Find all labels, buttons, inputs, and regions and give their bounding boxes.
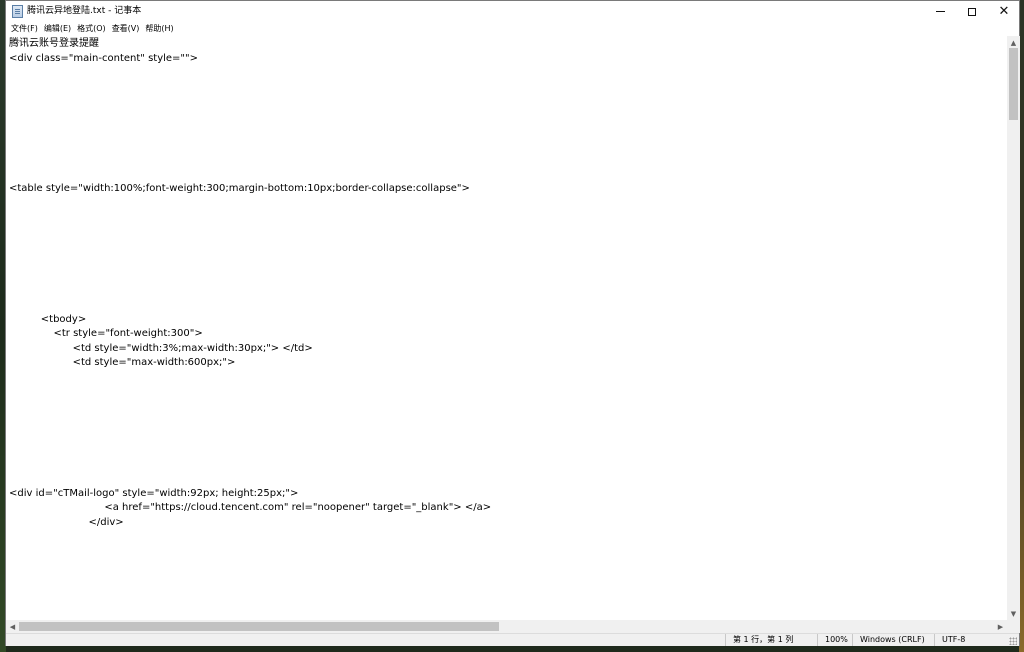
status-bar: 第 1 行，第 1 列 100% Windows (CRLF) UTF-8 xyxy=(6,633,1019,646)
menu-bar: 文件(F) 编辑(E) 格式(O) 查看(V) 帮助(H) xyxy=(6,22,1019,36)
status-zoom: 100% xyxy=(817,634,852,646)
notepad-window: 腾讯云异地登陆.txt - 记事本 ✕ 文件(F) 编辑(E) 格式(O) 查看… xyxy=(5,0,1020,646)
horizontal-scrollbar[interactable]: ◀ ▶ xyxy=(6,620,1007,633)
menu-edit[interactable]: 编辑(E) xyxy=(43,23,76,35)
menu-view[interactable]: 查看(V) xyxy=(111,23,145,35)
menu-format[interactable]: 格式(O) xyxy=(76,23,111,35)
status-encoding: UTF-8 xyxy=(934,634,1004,646)
close-icon: ✕ xyxy=(998,4,1010,19)
notepad-icon[interactable] xyxy=(12,5,23,18)
scrollbar-corner xyxy=(1007,620,1020,633)
resize-grip-icon[interactable] xyxy=(1009,637,1017,645)
document-text[interactable]: 腾讯云账号登录提醒 <div class="main-content" styl… xyxy=(9,37,491,530)
menu-help[interactable]: 帮助(H) xyxy=(144,23,178,35)
window-title: 腾讯云异地登陆.txt - 记事本 xyxy=(27,6,142,16)
maximize-button[interactable] xyxy=(955,1,989,22)
vertical-scrollbar[interactable]: ▲ ▼ xyxy=(1007,36,1020,620)
status-line-ending: Windows (CRLF) xyxy=(852,634,934,646)
scroll-left-icon[interactable]: ◀ xyxy=(6,620,19,633)
maximize-icon xyxy=(968,7,976,16)
text-editor[interactable]: 腾讯云账号登录提醒 <div class="main-content" styl… xyxy=(6,36,1007,620)
minimize-button[interactable] xyxy=(923,1,957,22)
scroll-right-icon[interactable]: ▶ xyxy=(994,620,1007,633)
title-bar[interactable]: 腾讯云异地登陆.txt - 记事本 ✕ xyxy=(6,1,1019,22)
vertical-scroll-thumb[interactable] xyxy=(1009,48,1018,120)
status-cursor-position: 第 1 行，第 1 列 xyxy=(725,634,817,646)
close-button[interactable]: ✕ xyxy=(987,1,1021,22)
scroll-down-icon[interactable]: ▼ xyxy=(1007,607,1020,620)
minimize-icon xyxy=(935,11,945,12)
horizontal-scroll-thumb[interactable] xyxy=(19,622,499,631)
menu-file[interactable]: 文件(F) xyxy=(10,23,43,35)
